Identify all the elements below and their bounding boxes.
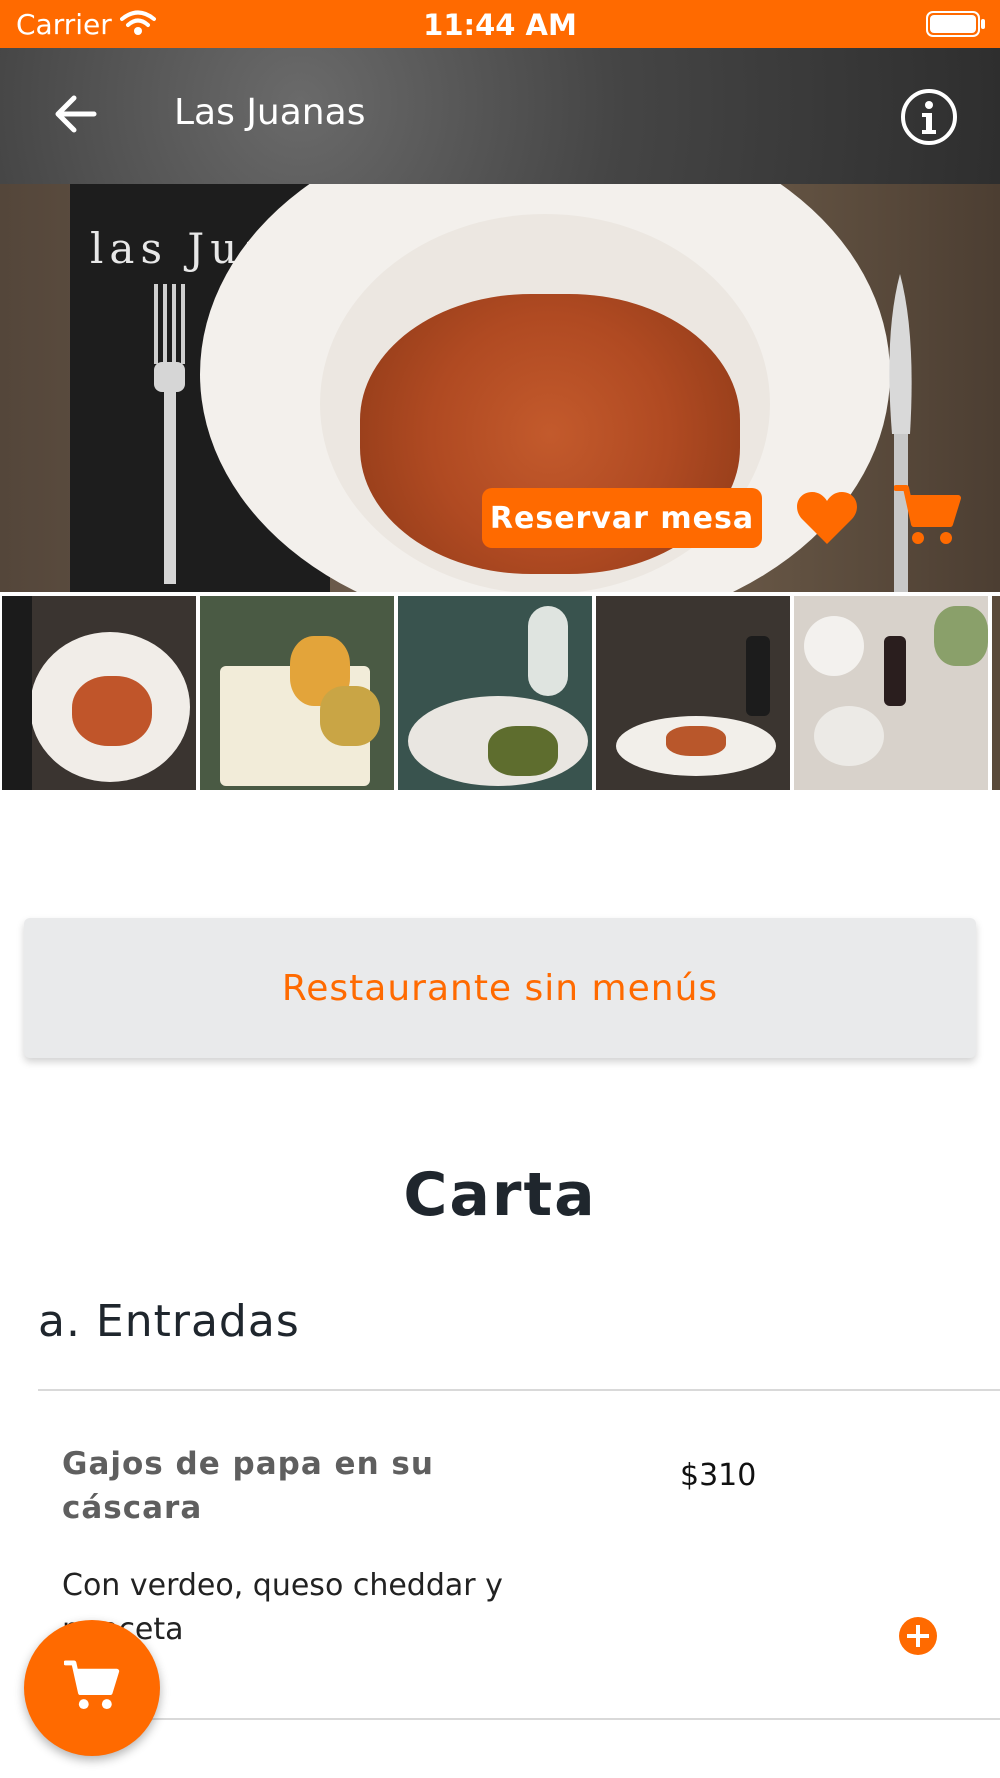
clock: 11:44 AM <box>423 8 577 42</box>
carta-title: Carta <box>403 1160 597 1230</box>
cart-icon[interactable] <box>893 484 962 552</box>
heart-icon[interactable] <box>796 490 858 550</box>
gallery-thumbnail[interactable] <box>794 596 988 790</box>
menu-item-description: Con verdeo, queso cheddar y panceta <box>62 1568 503 1647</box>
section-divider <box>38 1389 1000 1391</box>
arrow-left-icon[interactable] <box>54 92 98 140</box>
battery-icon <box>926 10 986 42</box>
gallery-thumbnail[interactable] <box>398 596 592 790</box>
gallery-thumbnail[interactable] <box>596 596 790 790</box>
no-menus-notice: Restaurante sin menús <box>24 918 976 1058</box>
gallery-thumbnail[interactable] <box>200 596 394 790</box>
floating-cart-button[interactable] <box>24 1620 160 1756</box>
menu-item-price: $310 <box>680 1458 757 1493</box>
nav-bar: Las Juanas <box>0 48 1000 184</box>
info-circle-icon[interactable] <box>900 88 958 150</box>
fork-illustration <box>154 284 185 584</box>
reserve-table-button[interactable]: Reservar mesa <box>482 488 762 548</box>
hero-image: las Juan Reservar mesa <box>0 184 1000 592</box>
section-title-entradas: a. Entradas <box>38 1296 300 1347</box>
cart-icon <box>63 1659 120 1717</box>
page-title: Las Juanas <box>174 92 366 133</box>
photo-gallery[interactable] <box>0 594 1000 792</box>
item-divider <box>38 1718 1000 1720</box>
add-item-icon[interactable] <box>898 1616 938 1660</box>
gallery-thumbnail[interactable] <box>2 596 196 790</box>
menu-item-name: Gajos de papa en su cáscara <box>62 1446 434 1526</box>
status-bar: Carrier 11:44 AM <box>0 0 1000 48</box>
